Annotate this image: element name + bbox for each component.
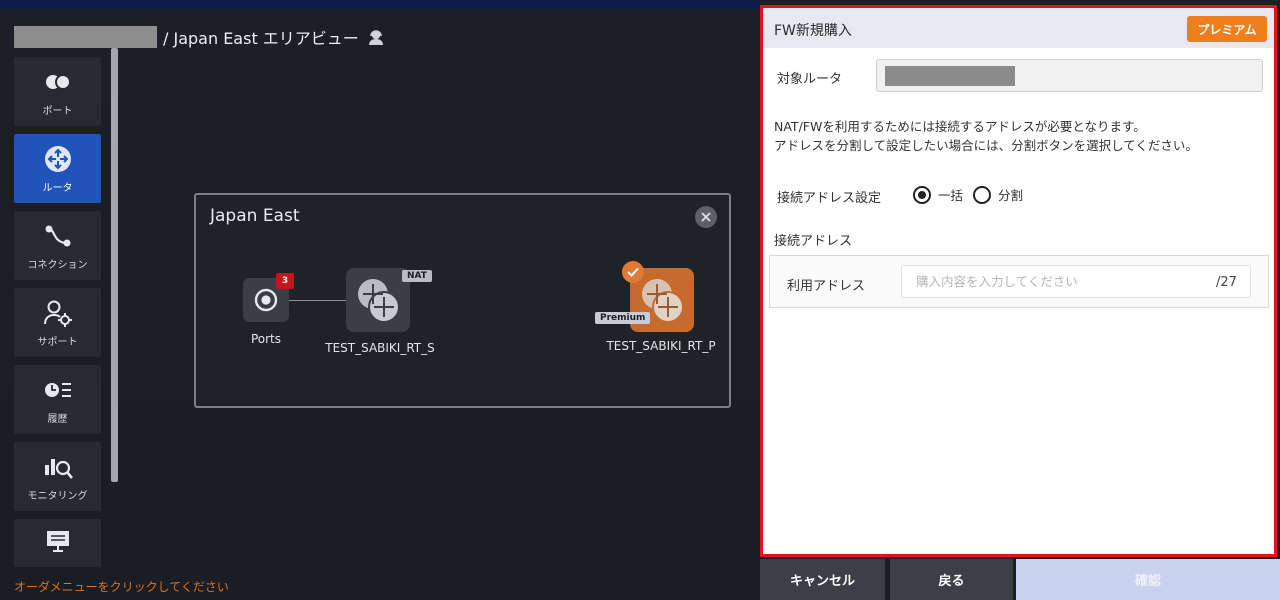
region-title: Japan East xyxy=(210,206,300,226)
monitoring-icon xyxy=(43,452,73,482)
address-section-label: 接続アドレス xyxy=(774,234,853,249)
connection-icon xyxy=(43,221,73,251)
nat-badge: NAT xyxy=(402,270,432,282)
scrollbar[interactable] xyxy=(111,48,118,482)
order-menu-icon xyxy=(43,526,73,556)
radio-button[interactable] xyxy=(913,185,931,204)
top-bar xyxy=(0,0,760,9)
ports-label: Ports xyxy=(250,332,282,346)
sidebar-item-order-menu[interactable] xyxy=(14,519,101,567)
router-icon xyxy=(43,144,73,174)
close-icon[interactable] xyxy=(695,206,717,228)
address-row: 利用アドレス /27 xyxy=(769,255,1269,308)
router-node-s[interactable] xyxy=(346,268,410,332)
router-icon xyxy=(358,279,400,323)
panel-title: FW新規購入 xyxy=(774,23,852,39)
premium-button[interactable]: プレミアム xyxy=(1187,16,1267,42)
breadcrumb-text: / Japan East エリアビュー xyxy=(163,29,359,48)
radio-label: 分割 xyxy=(998,188,1024,203)
radio-bulk[interactable]: 一括 xyxy=(913,185,963,204)
panel-header: FW新規購入 プレミアム xyxy=(763,8,1274,48)
check-icon xyxy=(622,261,644,283)
target-router-label: 対象ルータ xyxy=(777,72,843,87)
back-button[interactable]: 戻る xyxy=(890,559,1013,600)
redacted-name xyxy=(14,26,157,48)
router-label: TEST_SABIKI_RT_S xyxy=(325,341,435,355)
history-icon xyxy=(43,375,73,405)
operator-icon[interactable] xyxy=(367,28,385,46)
sidebar-item-monitoring[interactable]: モニタリング xyxy=(14,442,101,511)
sidebar-item-label: モニタリング xyxy=(27,490,88,502)
address-setting-radio-group: 一括 分割 xyxy=(913,185,1033,204)
target-router-field xyxy=(876,59,1263,92)
sidebar-item-label: ポート xyxy=(42,105,73,117)
sidebar-item-support[interactable]: サポート xyxy=(14,288,101,357)
sidebar-item-ports[interactable]: ポート xyxy=(14,57,101,126)
connection-line xyxy=(289,300,346,301)
sidebar-item-router[interactable]: ルータ xyxy=(14,134,101,203)
sidebar-item-label: ルータ xyxy=(42,182,73,194)
order-hint: オーダメニューをクリックしてください xyxy=(14,580,229,594)
address-suffix: /27 xyxy=(1216,275,1237,290)
sidebar-item-label: サポート xyxy=(37,336,78,348)
radio-label: 一括 xyxy=(938,188,964,203)
ports-count-badge: 3 xyxy=(276,273,294,289)
sidebar-item-label: 履歴 xyxy=(47,413,68,425)
address-input[interactable] xyxy=(901,265,1251,298)
router-label: TEST_SABIKI_RT_P xyxy=(606,339,716,353)
port-icon xyxy=(254,288,278,312)
ports-icon xyxy=(43,67,73,97)
radio-split[interactable]: 分割 xyxy=(973,185,1023,204)
premium-badge: Premium xyxy=(595,312,651,324)
sidebar-item-connection[interactable]: コネクション xyxy=(14,211,101,280)
breadcrumb: / Japan East エリアビュー xyxy=(14,26,385,48)
fw-purchase-panel: FW新規購入 プレミアム 対象ルータ NAT/FWを利用するためには接続するアド… xyxy=(760,5,1277,557)
sidebar-item-history[interactable]: 履歴 xyxy=(14,365,101,434)
address-setting-label: 接続アドレス設定 xyxy=(777,191,882,206)
radio-button[interactable] xyxy=(973,185,992,204)
confirm-button[interactable]: 確認 xyxy=(1016,559,1280,600)
redacted-router-name xyxy=(885,66,1015,86)
use-address-label: 利用アドレス xyxy=(787,279,866,294)
description-line: アドレスを分割して設定したい場合には、分割ボタンを選択してください。 xyxy=(774,138,1198,153)
sidebar-item-label: コネクション xyxy=(27,259,88,271)
order-sidebar: ポート ルータ コネクション サポート 履歴 モニタリング xyxy=(14,57,101,575)
region-map: Japan East 3 Ports NAT TEST_SABIKI_RT_S … xyxy=(194,193,731,408)
support-icon xyxy=(43,298,73,328)
description-line: NAT/FWを利用するためには接続するアドレスが必要となります。 xyxy=(774,119,1146,134)
description: NAT/FWを利用するためには接続するアドレスが必要となります。 アドレスを分割… xyxy=(774,117,1198,155)
cancel-button[interactable]: キャンセル xyxy=(760,559,885,600)
